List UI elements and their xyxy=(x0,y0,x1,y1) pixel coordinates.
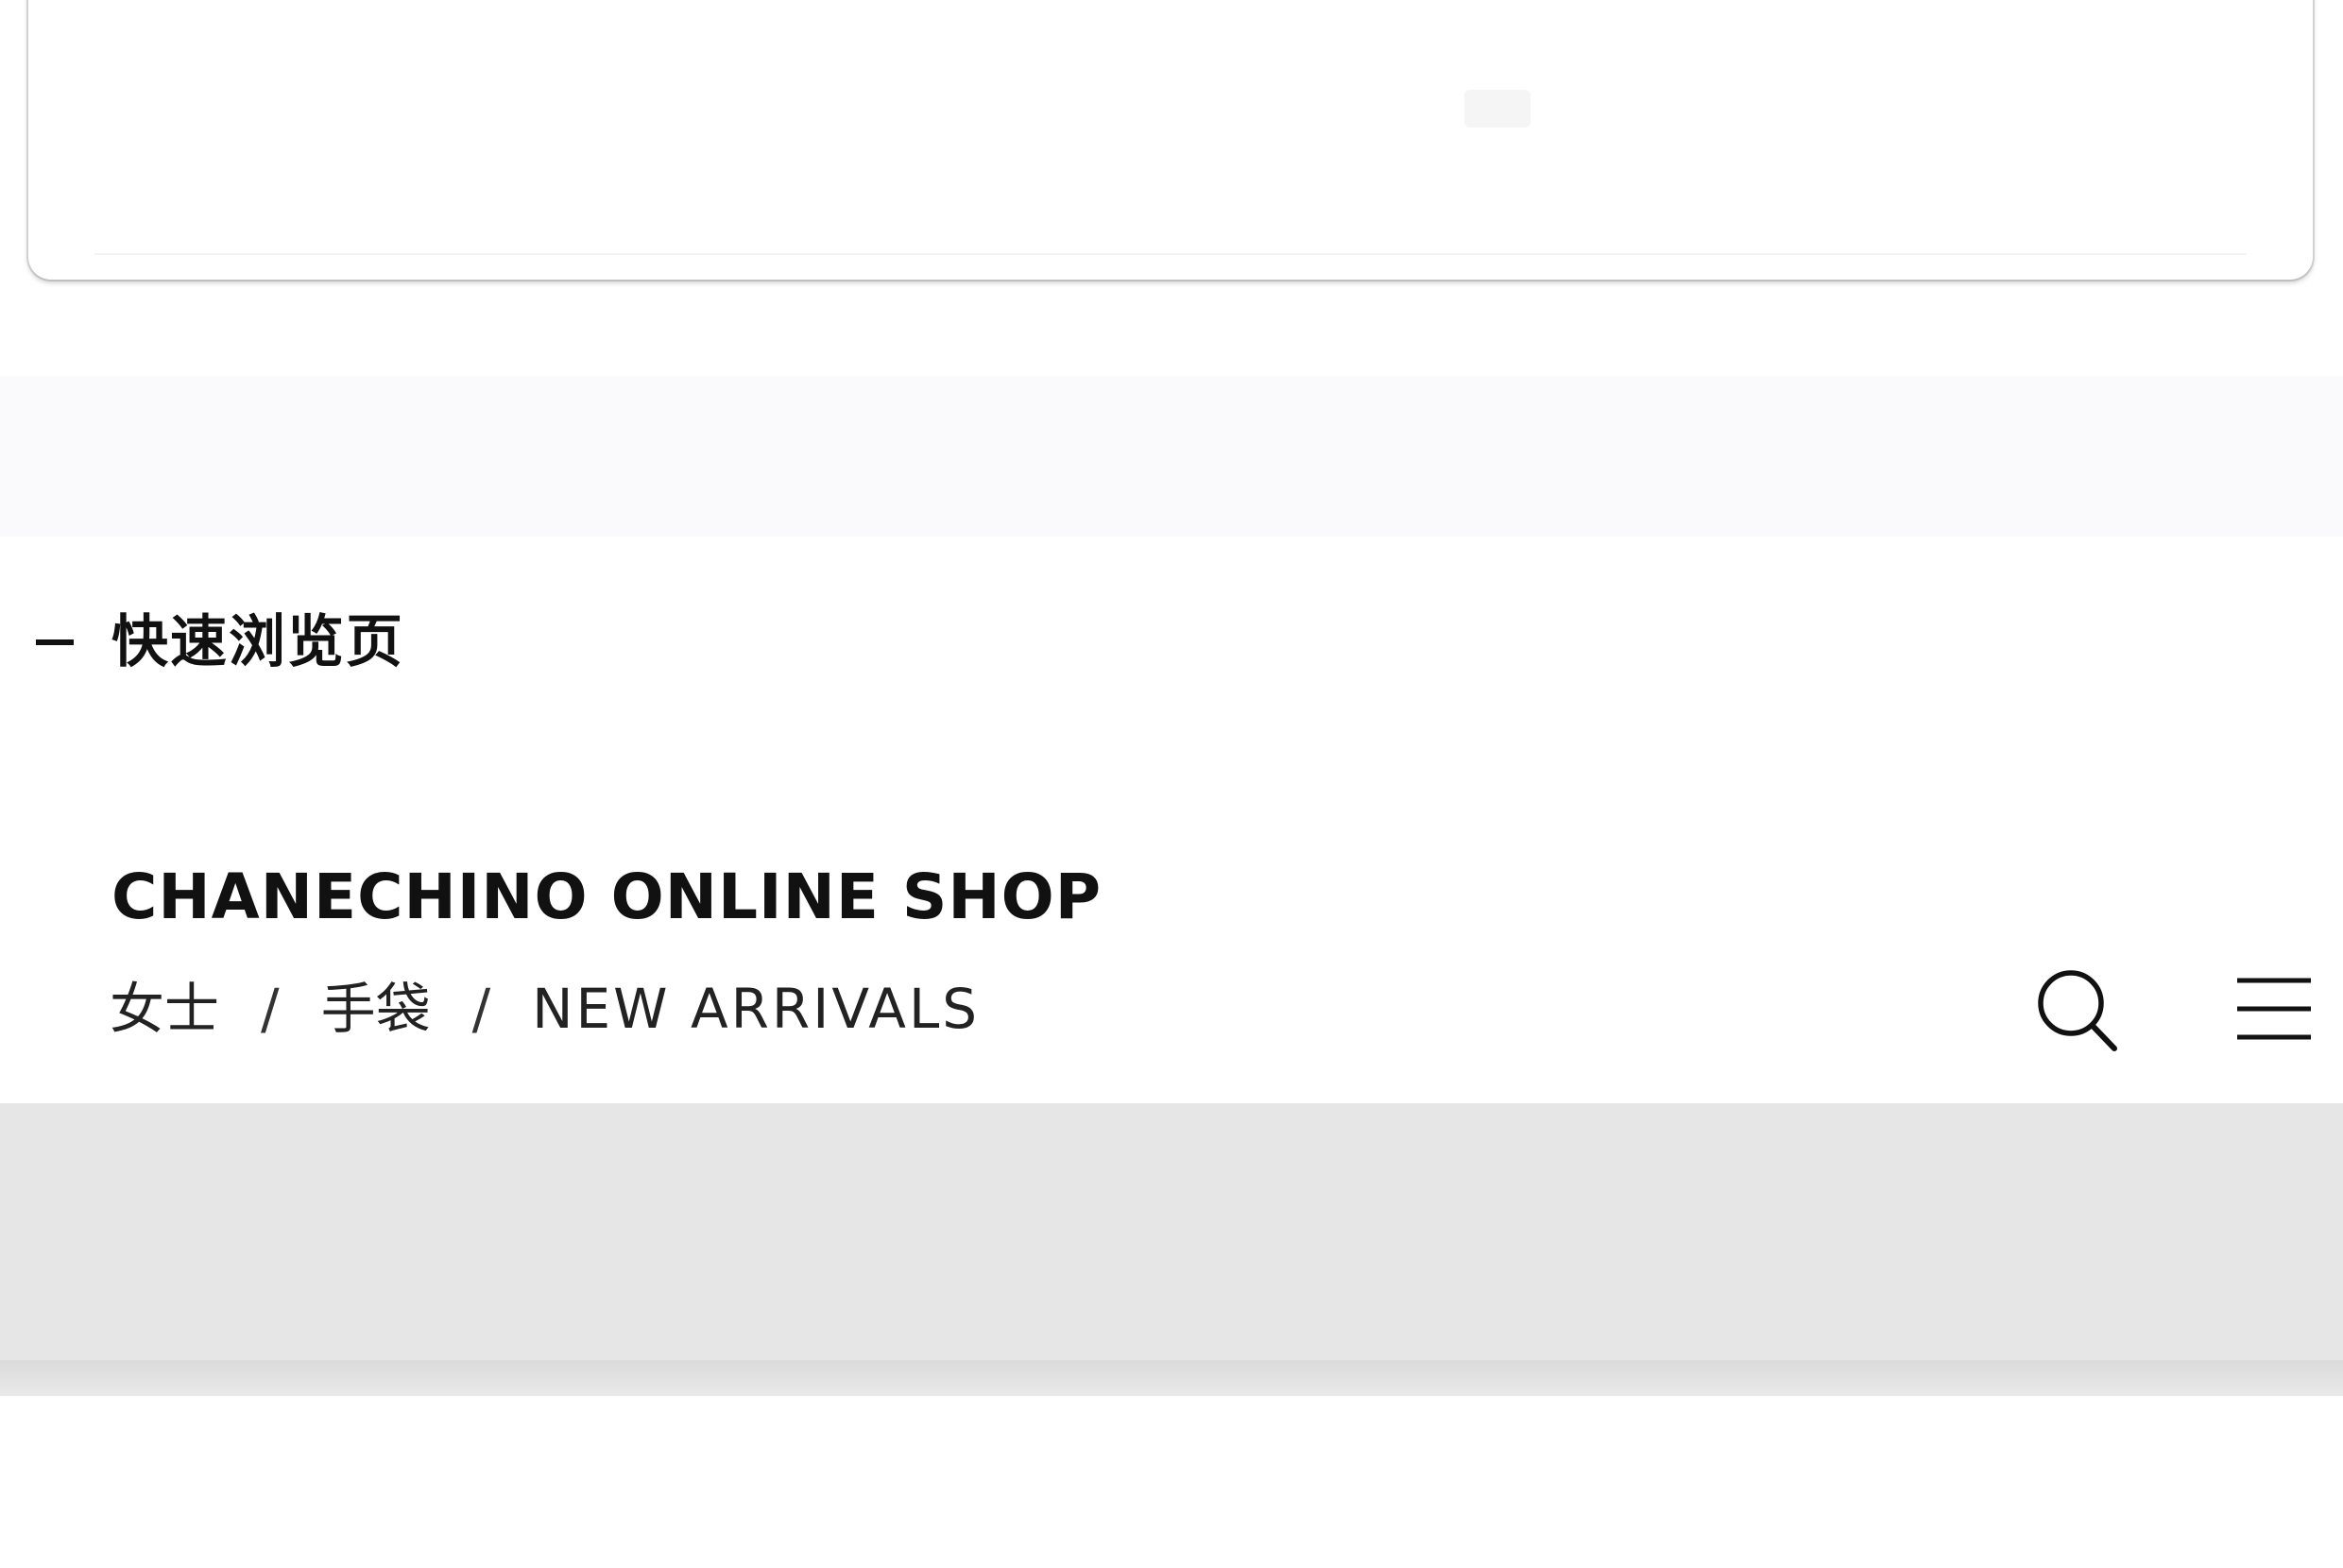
page: 快速浏览页 CHANECHINO ONLINE SHOP 女士 / 手袋 / N… xyxy=(0,0,2343,1568)
search-icon xyxy=(2038,970,2117,1051)
breadcrumb-item-new-arrivals[interactable]: NEW ARRIVALS xyxy=(532,968,980,1049)
breadcrumb-item-women[interactable]: 女士 xyxy=(110,968,219,1049)
menu-button[interactable] xyxy=(2230,963,2324,1058)
search-button[interactable] xyxy=(2031,963,2126,1058)
breadcrumb-item-handbags[interactable]: 手袋 xyxy=(321,968,431,1049)
banner-bottom-shadow xyxy=(0,1360,2343,1396)
breadcrumb-separator: / xyxy=(471,977,491,1041)
breadcrumb: 女士 / 手袋 / NEW ARRIVALS xyxy=(110,968,980,1049)
breadcrumb-separator: / xyxy=(261,977,280,1041)
quick-view-title: 快速浏览页 xyxy=(111,609,404,675)
quick-view-heading: 快速浏览页 xyxy=(36,605,404,680)
shop-brand-title[interactable]: CHANECHINO ONLINE SHOP xyxy=(111,855,1102,940)
banner-placeholder xyxy=(0,1103,2343,1360)
section-spacer-band xyxy=(0,376,2343,537)
top-card xyxy=(28,0,2313,280)
dash-icon xyxy=(36,639,74,645)
faint-card-mark xyxy=(1464,90,1531,128)
hamburger-menu-icon xyxy=(2237,978,2311,1040)
card-divider xyxy=(94,253,2247,255)
